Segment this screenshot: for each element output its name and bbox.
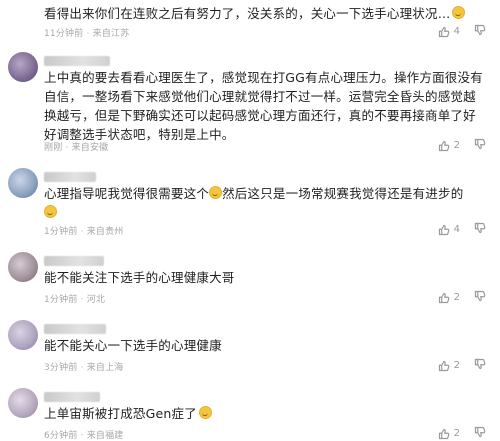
thumbs-up-icon [438, 224, 449, 235]
comment-meta: 3分钟前 · 来自上海 [44, 363, 124, 373]
comment-text: 上中真的要去看看心理医生了，感觉现在打GG有点心理压力。操作方面很没有自信，一整… [44, 70, 483, 142]
avatar[interactable] [8, 168, 38, 198]
thumbs-up-icon [438, 140, 449, 151]
thumbs-down-icon [474, 222, 486, 234]
thumbs-down-icon [474, 290, 486, 302]
comment-meta: 1分钟前 · 河北 [44, 295, 106, 305]
comment-meta: 1分钟前 · 来自贵州 [44, 227, 124, 237]
thumbs-up-icon [438, 428, 449, 439]
like-button[interactable]: 2 [438, 140, 460, 152]
dislike-button[interactable] [474, 358, 486, 373]
dislike-button[interactable] [474, 222, 486, 237]
comment-meta: 11分钟前 · 来自江苏 [44, 29, 130, 39]
avatar[interactable] [8, 320, 38, 350]
like-button[interactable]: 2 [438, 360, 460, 372]
comment-item: 上中真的要去看看心理医生了，感觉现在打GG有点心理压力。操作方面很没有自信，一整… [0, 44, 500, 164]
thumbs-up-icon [438, 26, 449, 37]
username[interactable] [44, 172, 96, 182]
username[interactable] [44, 392, 100, 402]
like-button[interactable]: 2 [438, 292, 460, 304]
smile-emoji-icon [44, 205, 57, 218]
avatar[interactable] [8, 252, 38, 282]
thumbs-down-icon [474, 358, 486, 370]
dislike-button[interactable] [474, 24, 486, 39]
comment-meta: 刚刚 · 来自安徽 [44, 143, 109, 153]
thumbs-up-icon [438, 292, 449, 303]
comment-item: 看得出来你们在连败之后有努力了，没关系的，关心一下选手心理状况… 11分钟前 ·… [0, 0, 500, 44]
comment-item: 上单宙斯被打成恐Gen症了 6分钟前 · 来自福建 2 [0, 382, 500, 441]
grin-emoji-icon [198, 406, 212, 419]
laugh-emoji-icon [209, 186, 223, 199]
avatar[interactable] [8, 52, 38, 82]
dislike-button[interactable] [474, 138, 486, 153]
like-count: 2 [453, 140, 460, 151]
comment-text: 心理指导呢我觉得很需要这个 然后这只是一场常规赛我觉得还是有进步的 [44, 184, 486, 222]
like-count: 4 [453, 26, 460, 37]
like-button[interactable]: 2 [438, 428, 460, 440]
comment-item: 能不能关心一下选手的心理健康 3分钟前 · 来自上海 2 [0, 314, 500, 374]
avatar[interactable] [8, 388, 38, 418]
like-count: 2 [453, 360, 460, 371]
comment-text: 看得出来你们在连败之后有努力了，没关系的，关心一下选手心理状况… [44, 4, 474, 23]
like-count: 2 [453, 292, 460, 303]
comment-meta: 6分钟前 · 来自福建 [44, 431, 124, 441]
comment-item: 心理指导呢我觉得很需要这个 然后这只是一场常规赛我觉得还是有进步的 1分钟前 · … [0, 160, 500, 242]
dislike-button[interactable] [474, 426, 486, 441]
thumbs-down-icon [474, 138, 486, 150]
thumbs-up-icon [438, 360, 449, 371]
like-button[interactable]: 4 [438, 26, 460, 38]
comment-text: 能不能关注下选手的心理健康大哥 [44, 270, 235, 285]
thumbs-down-icon [474, 24, 486, 36]
grin-emoji-icon [452, 6, 466, 19]
username[interactable] [44, 324, 106, 334]
username[interactable] [44, 56, 110, 66]
like-count: 2 [453, 428, 460, 439]
comment-text: 能不能关心一下选手的心理健康 [44, 338, 222, 353]
like-count: 4 [453, 224, 460, 235]
username[interactable] [44, 256, 104, 266]
dislike-button[interactable] [474, 290, 486, 305]
comment-item: 能不能关注下选手的心理健康大哥 1分钟前 · 河北 2 [0, 246, 500, 306]
thumbs-down-icon [474, 426, 486, 438]
comment-text: 上单宙斯被打成恐Gen症了 [44, 404, 486, 423]
like-button[interactable]: 4 [438, 224, 460, 236]
